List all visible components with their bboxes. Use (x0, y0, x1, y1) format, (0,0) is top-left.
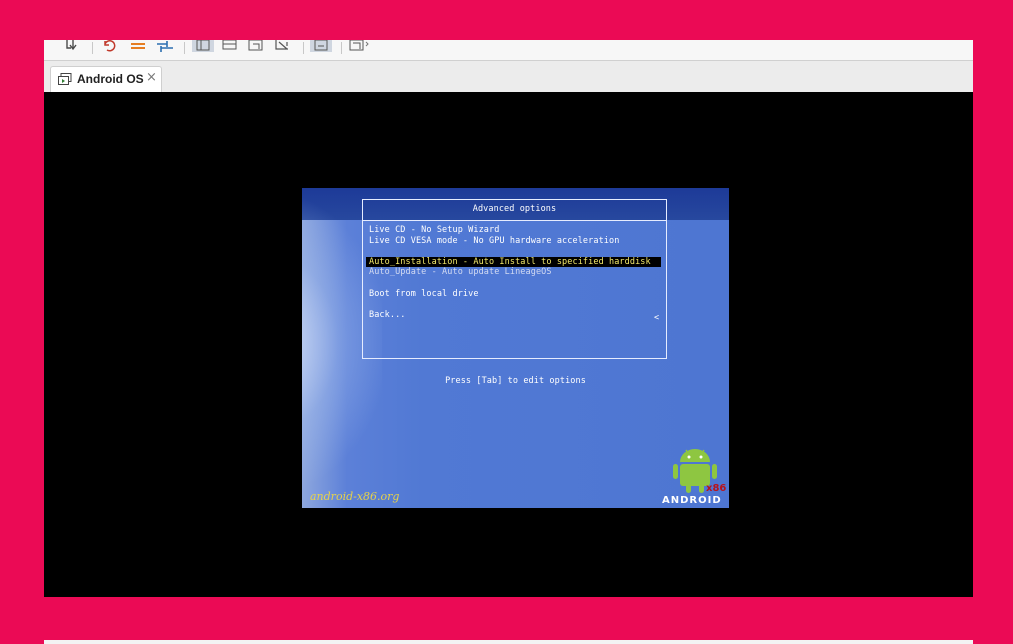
advanced-options-menu: Advanced options Live CD - No Setup Wiza… (362, 199, 667, 359)
toolbar-separator (184, 42, 185, 54)
site-label: android-x86.org (310, 490, 400, 503)
swap-icon[interactable] (130, 40, 148, 52)
virtual-machine-icon (58, 73, 72, 85)
submenu-marker: < (654, 313, 660, 323)
toolbar (44, 40, 973, 61)
menu-item-boot-local-drive[interactable]: Boot from local drive (369, 289, 479, 299)
x86-badge: x86 (706, 483, 727, 494)
close-icon[interactable]: × (146, 71, 157, 85)
boot-menu-screen: Advanced options Live CD - No Setup Wiza… (302, 188, 729, 508)
edit-options-hint: Press [Tab] to edit options (445, 376, 586, 386)
download-icon[interactable] (64, 40, 82, 52)
menu-item-live-cd[interactable]: Live CD - No Setup Wizard (369, 225, 499, 235)
fullscreen-icon[interactable] (247, 40, 265, 52)
clone-icon[interactable] (348, 40, 370, 52)
layout-icon[interactable] (192, 40, 214, 52)
snapshot-icon[interactable] (310, 40, 332, 52)
vm-window: Android OS × Advanced options Live CD - … (44, 40, 973, 597)
toolbar-separator (303, 42, 304, 54)
menu-title: Advanced options (472, 204, 557, 214)
undo-icon[interactable] (102, 40, 120, 52)
menu-item-auto-update[interactable]: Auto_Update - Auto update LineageOS (369, 267, 552, 277)
tab-android-os[interactable]: Android OS × (50, 66, 162, 92)
menu-item-live-cd-vesa[interactable]: Live CD VESA mode - No GPU hardware acce… (369, 236, 619, 246)
window-icon[interactable] (222, 40, 238, 52)
scale-icon[interactable] (274, 40, 292, 52)
vm-display[interactable]: Advanced options Live CD - No Setup Wiza… (44, 92, 973, 597)
toolbar-separator (341, 42, 342, 54)
tab-label: Android OS (77, 72, 144, 86)
menu-title-divider (363, 220, 666, 221)
menu-item-auto-installation[interactable]: Auto_Installation - Auto Install to spec… (366, 257, 661, 267)
window-bottom-edge (44, 640, 973, 644)
android-wordmark: ANDROID (662, 495, 722, 506)
settings-icon[interactable] (156, 40, 174, 52)
menu-item-back[interactable]: Back... (369, 310, 406, 320)
tab-bar: Android OS × (44, 61, 973, 93)
toolbar-separator (92, 42, 93, 54)
